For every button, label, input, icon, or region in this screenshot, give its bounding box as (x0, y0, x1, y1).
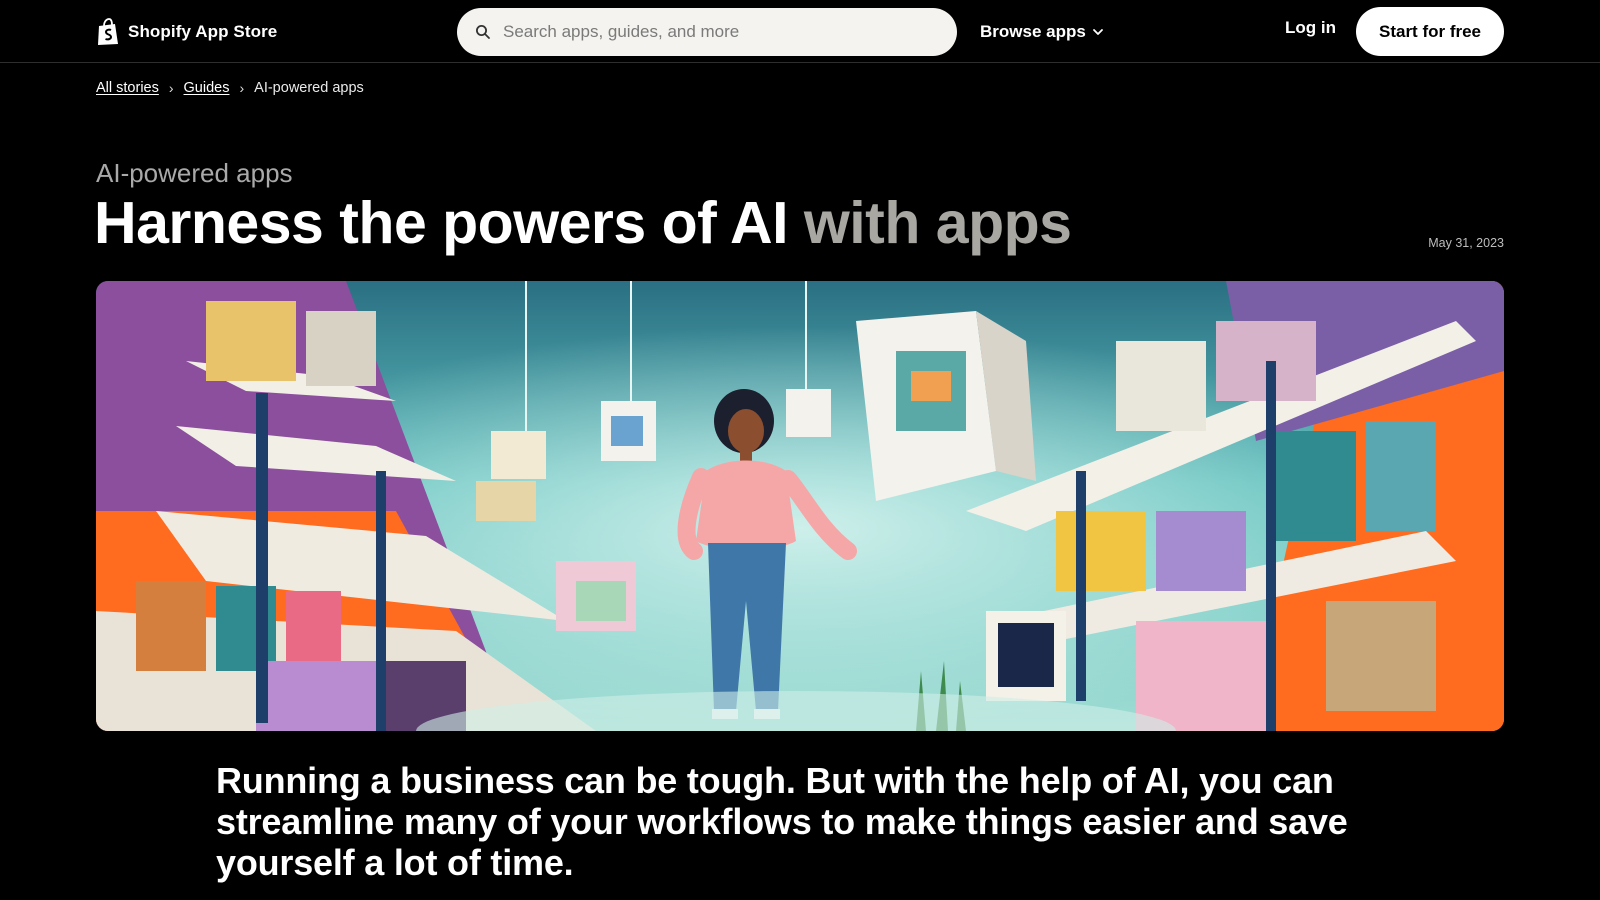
article-category: AI-powered apps (96, 158, 293, 188)
search-bar[interactable] (457, 8, 957, 56)
breadcrumb-separator: › (239, 80, 245, 96)
top-navigation: Shopify App Store Browse apps Log in Sta… (0, 0, 1600, 63)
search-input[interactable] (503, 22, 923, 42)
breadcrumb-guides[interactable]: Guides (184, 80, 230, 96)
hero-illustration (96, 281, 1504, 731)
start-for-free-button[interactable]: Start for free (1356, 7, 1504, 56)
login-link[interactable]: Log in (1285, 18, 1336, 38)
breadcrumb-current: AI-powered apps (254, 80, 364, 96)
brand-home-link[interactable]: Shopify App Store (96, 17, 277, 47)
browse-apps-menu[interactable]: Browse apps (980, 18, 1104, 46)
browse-apps-label: Browse apps (980, 22, 1086, 41)
page-title: Harness the powers of AI with apps (94, 190, 1072, 256)
breadcrumb-all-stories[interactable]: All stories (96, 80, 159, 96)
article-lead: Running a business can be tough. But wit… (216, 760, 1348, 883)
search-icon (476, 25, 490, 39)
breadcrumb-separator: › (168, 80, 174, 96)
brand-name: Shopify App Store (128, 22, 278, 41)
chevron-down-icon (1092, 29, 1103, 35)
shopify-bag-icon (98, 18, 118, 45)
hero-illustration-art (96, 281, 1504, 731)
publish-date: May 31, 2023 (1428, 236, 1504, 250)
title-main: Harness the powers of AI (94, 190, 788, 256)
breadcrumb: All stories › Guides › AI-powered apps (96, 80, 364, 96)
title-accent: with apps (803, 190, 1072, 256)
